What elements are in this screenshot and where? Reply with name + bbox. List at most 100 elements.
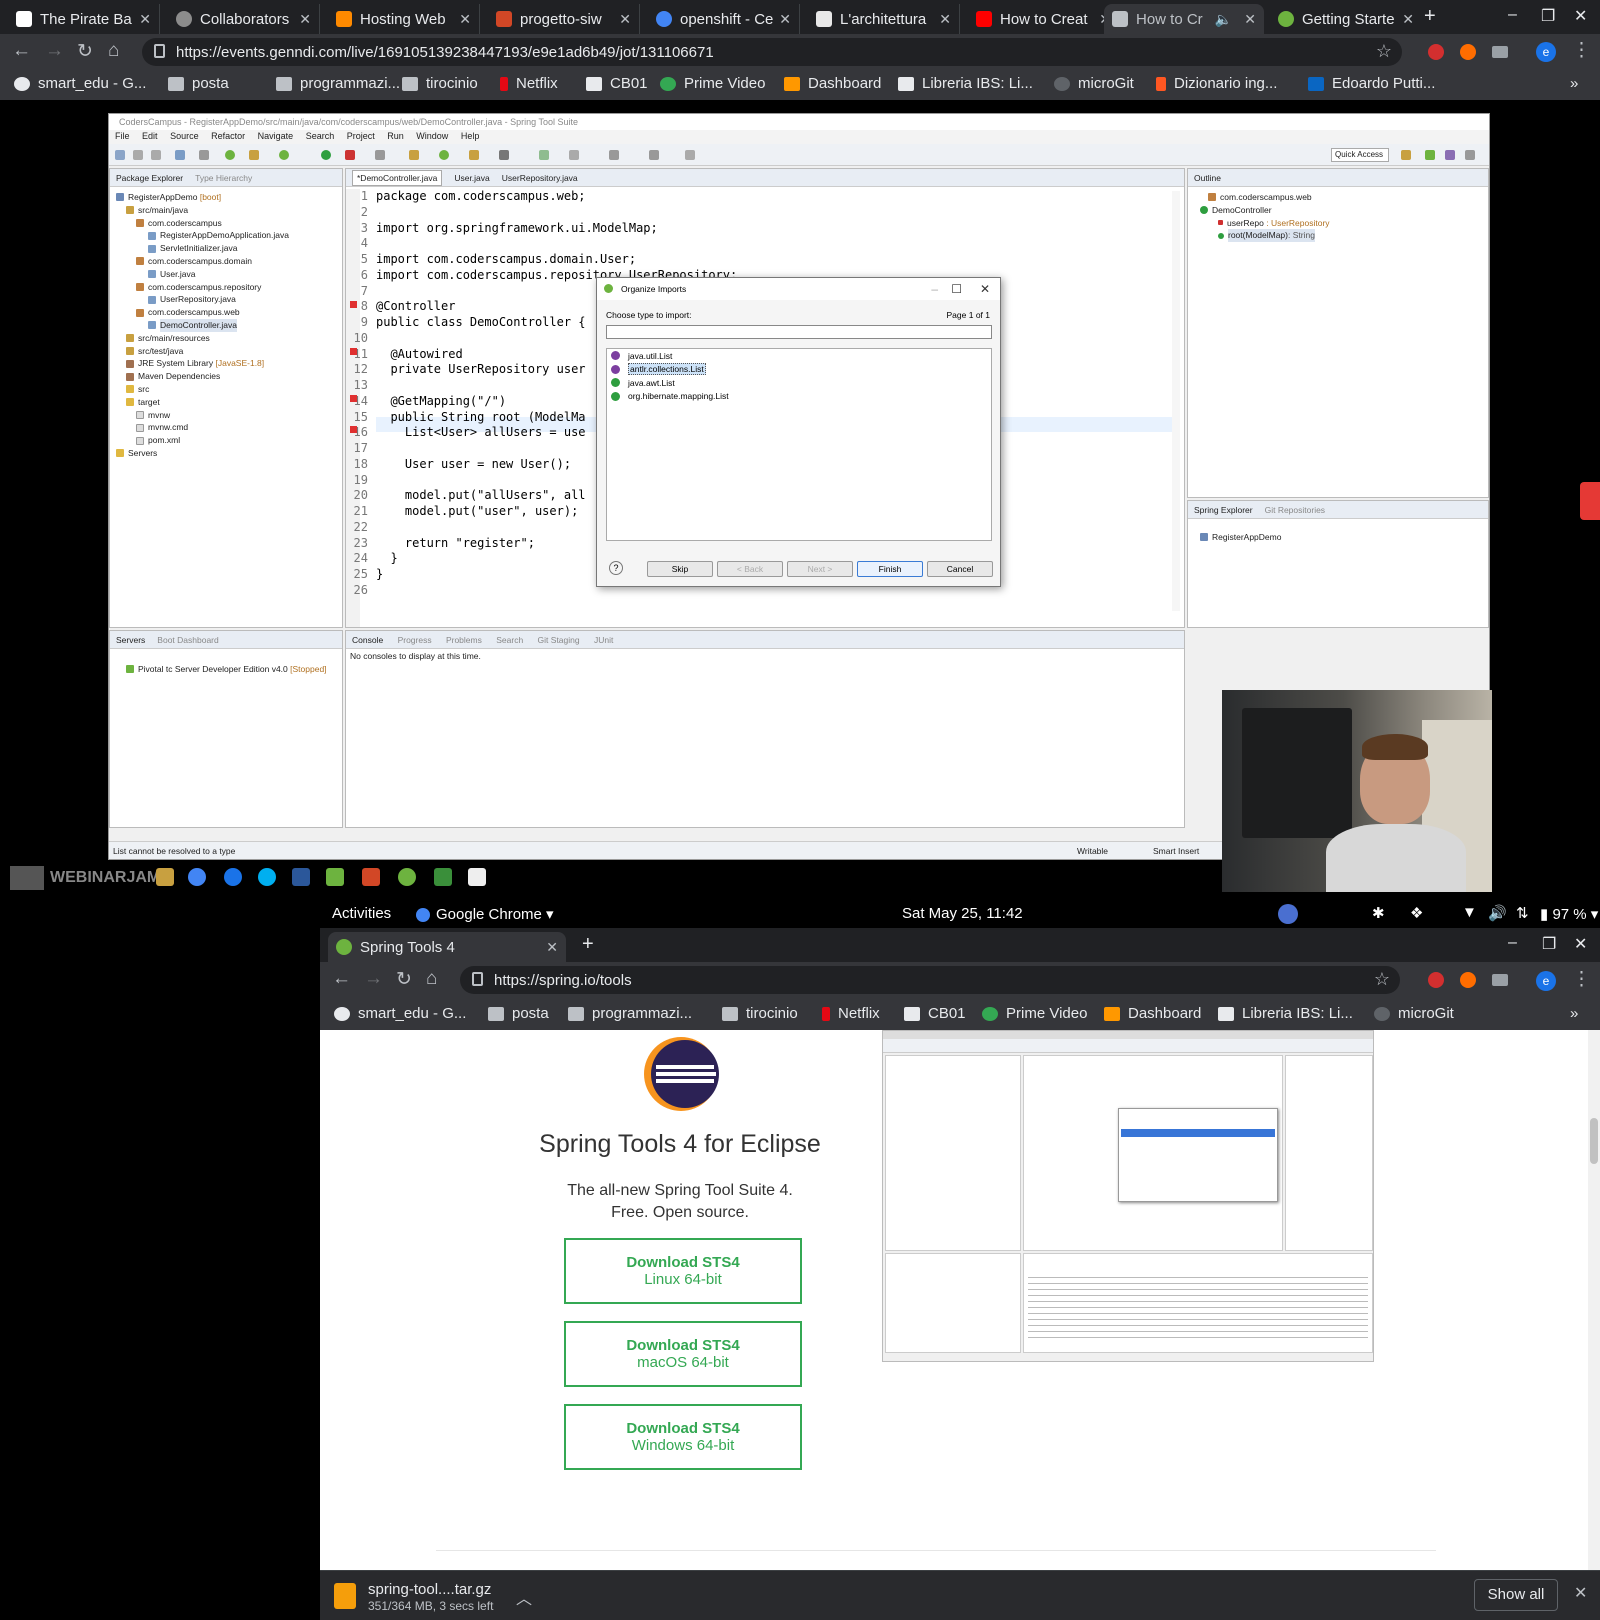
tab-1[interactable]: Collaborators ✕ [168, 4, 320, 34]
powerpoint-icon[interactable] [362, 868, 380, 886]
next-button[interactable]: Next > [787, 561, 853, 577]
tree-item[interactable]: com.coderscampus [116, 217, 342, 230]
tree-item[interactable]: src [116, 383, 342, 396]
back-icon[interactable]: ← [12, 40, 31, 62]
back-nav-icon[interactable] [649, 150, 659, 160]
tree-item[interactable]: UserRepository.java [116, 293, 342, 306]
maps-icon[interactable] [224, 868, 242, 886]
skip-button[interactable]: Skip [647, 561, 713, 577]
type-option[interactable]: java.util.List [607, 349, 991, 363]
download-item[interactable]: spring-tool....tar.gz 351/364 MB, 3 secs… [334, 1579, 544, 1613]
tree-item[interactable]: Maven Dependencies [116, 370, 342, 383]
toggle-icon[interactable] [569, 150, 579, 160]
download-macos-button[interactable]: Download STS4 macOS 64-bit [564, 1321, 802, 1387]
close-window-icon[interactable]: ✕ [1574, 934, 1587, 954]
type-option[interactable]: org.hibernate.mapping.List [607, 390, 991, 404]
cancel-button[interactable]: Cancel [927, 561, 993, 577]
tab-spring-explorer[interactable]: Spring Explorer [1194, 505, 1253, 515]
tree-item[interactable]: ServletInitializer.java [116, 242, 342, 255]
tab-outline[interactable]: Outline [1194, 173, 1221, 183]
tab-problems[interactable]: Problems [446, 635, 482, 645]
network-icon[interactable]: ⇅ [1516, 904, 1529, 922]
mail-icon[interactable] [1492, 46, 1508, 58]
open-type-icon[interactable] [249, 150, 259, 160]
code-line-14[interactable]: @GetMapping("/") [376, 394, 506, 410]
file-explorer-icon[interactable] [156, 868, 174, 886]
tab-git-staging[interactable]: Git Staging [538, 635, 580, 645]
menu-search[interactable]: Search [306, 131, 335, 141]
app-menu[interactable]: Google Chrome ▾ [416, 905, 554, 923]
menu-file[interactable]: File [115, 131, 130, 141]
tab-4[interactable]: openshift - Ce ✕ [648, 4, 800, 34]
avatar[interactable]: e [1536, 971, 1556, 991]
menu-source[interactable]: Source [170, 131, 199, 141]
tab-6[interactable]: How to Creat✕ [968, 4, 1120, 34]
app-icon[interactable] [468, 868, 486, 886]
bookmark-8[interactable]: Libreria IBS: Li... [1218, 1005, 1353, 1022]
code-line-12[interactable]: private UserRepository user [376, 362, 585, 378]
type-option[interactable]: java.awt.List [607, 376, 991, 390]
debug-icon[interactable] [199, 150, 209, 160]
close-icon[interactable]: ✕ [459, 11, 471, 28]
bookmark-10[interactable]: Dizionario ing... [1156, 75, 1277, 92]
code-line-15[interactable]: public String root (ModelMa [376, 410, 585, 426]
bookmark-3[interactable]: tirocinio [402, 75, 478, 92]
code-line-11[interactable]: @Autowired [376, 347, 462, 363]
tree-item[interactable]: src/main/java [116, 204, 342, 217]
restore-icon[interactable]: ❐ [1541, 6, 1555, 26]
address-bar[interactable]: https://events.genndi.com/live/169105139… [142, 38, 1402, 66]
clock[interactable]: Sat May 25, 11:42 [902, 905, 1023, 922]
page-scrollbar[interactable] [1588, 1030, 1600, 1570]
menu-refactor[interactable]: Refactor [211, 131, 245, 141]
code-line-9[interactable]: public class DemoController { [376, 315, 586, 331]
tab-search[interactable]: Search [496, 635, 523, 645]
bookmark-11[interactable]: Edoardo Putti... [1308, 75, 1435, 92]
minimize-icon[interactable]: – [1508, 6, 1517, 24]
tree-item-selected[interactable]: DemoController.java [116, 318, 342, 332]
show-all-button[interactable]: Show all [1474, 1579, 1558, 1611]
sts-icon[interactable] [398, 868, 416, 886]
menu-window[interactable]: Window [416, 131, 448, 141]
tab-0[interactable]: The Pirate Ba ✕ [8, 4, 160, 34]
tree-item[interactable]: RegisterAppDemoApplication.java [116, 229, 342, 242]
star-icon[interactable]: ☆ [1376, 41, 1392, 62]
code-line-20[interactable]: model.put("allUsers", all [376, 488, 586, 504]
menu-project[interactable]: Project [347, 131, 375, 141]
type-option-selected[interactable]: antlr.collections.List [607, 363, 991, 377]
back-icon[interactable]: ← [332, 968, 351, 990]
help-icon[interactable]: ? [609, 561, 623, 575]
tab-package-explorer[interactable]: Package Explorer [116, 173, 183, 183]
boot-icon[interactable] [225, 150, 235, 160]
tree-item[interactable]: mvnw [116, 409, 342, 422]
tree-item[interactable]: JRE System Library [JavaSE-1.8] [116, 357, 342, 370]
tab-junit[interactable]: JUnit [594, 635, 613, 645]
open-perspective-icon[interactable] [1401, 150, 1411, 160]
tree-item[interactable]: target [116, 396, 342, 409]
bookmark-4[interactable]: Netflix [822, 1005, 880, 1022]
code-line-23[interactable]: return "register"; [376, 536, 535, 552]
code-line-21[interactable]: model.put("user", user); [376, 504, 578, 520]
save-all-icon[interactable] [151, 150, 161, 160]
close-shelf-icon[interactable]: ✕ [1574, 1583, 1587, 1603]
close-icon[interactable]: ✕ [299, 11, 311, 28]
scrollbar-thumb[interactable] [1590, 1118, 1598, 1164]
save-icon[interactable] [133, 150, 143, 160]
close-icon[interactable]: ✕ [779, 11, 791, 28]
bookmark-6[interactable]: Prime Video [660, 75, 765, 92]
home-icon[interactable]: ⌂ [108, 40, 119, 62]
outline-item[interactable]: com.coderscampus.web [1194, 191, 1488, 204]
bookmark-4[interactable]: Netflix [500, 75, 558, 92]
tab-7-active[interactable]: How to Cr 🔈 ✕ [1104, 4, 1264, 34]
next-annotation-icon[interactable] [609, 150, 619, 160]
bookmark-6[interactable]: Prime Video [982, 1005, 1087, 1022]
new-class-icon[interactable] [439, 150, 449, 160]
close-icon[interactable]: ✕ [619, 11, 631, 28]
tab-2[interactable]: Hosting Web ✕ [328, 4, 480, 34]
outline-item[interactable]: DemoController [1194, 204, 1488, 217]
download-windows-button[interactable]: Download STS4 Windows 64-bit [564, 1404, 802, 1470]
ublock-icon[interactable] [1428, 972, 1444, 988]
bookmark-5[interactable]: CB01 [904, 1005, 966, 1022]
home-icon[interactable]: ⌂ [426, 968, 437, 990]
dropbox-icon[interactable]: ❖ [1410, 904, 1423, 922]
tree-item[interactable]: pom.xml [116, 434, 342, 447]
